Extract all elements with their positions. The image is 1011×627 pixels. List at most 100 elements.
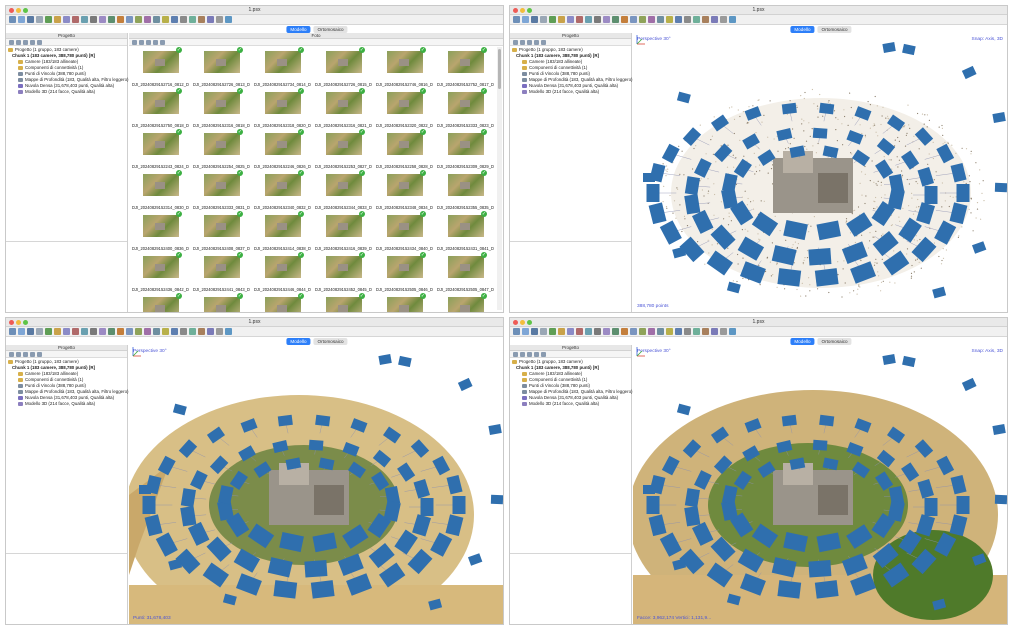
photos-scrollbar[interactable]	[497, 47, 502, 310]
enable-icon[interactable]	[534, 39, 539, 45]
tab-modello[interactable]: Modello	[286, 26, 311, 33]
tree-item[interactable]: Modello 3D (214 facce, Qualità alta)	[512, 401, 629, 407]
photo-thumbnail[interactable]: ✓ DJI_20240829152253_0827_D	[314, 129, 373, 170]
photo-thumbnail[interactable]: ✓ DJI_20240829152408_0837_D	[192, 211, 251, 252]
toolbar-tool-icon[interactable]	[45, 328, 52, 335]
remove-item-icon[interactable]	[23, 39, 28, 45]
photo-thumbnail[interactable]: ✓ DJI_20240829152344_0833_D	[314, 170, 373, 211]
toolbar-tool-icon[interactable]	[711, 328, 718, 335]
toolbar-tool-icon[interactable]	[36, 328, 43, 335]
toolbar-tool-icon[interactable]	[225, 328, 232, 335]
toolbar-tool-icon[interactable]	[702, 328, 709, 335]
toolbar-tool-icon[interactable]	[63, 16, 70, 23]
tree-item[interactable]: Modello 3D (214 facce, Qualità alta)	[512, 89, 629, 95]
photo-thumbnail[interactable]: ✓ DJI_20240829152314_0830_D	[131, 170, 190, 211]
toolbar-tool-icon[interactable]	[540, 328, 547, 335]
photo-thumbnail[interactable]: ✓ DJI_20240829152309_0829_D	[436, 129, 495, 170]
photo-thumbnail[interactable]: ✓ DJI_20240829152246_0826_D	[253, 129, 312, 170]
toolbar-tool-icon[interactable]	[162, 16, 169, 23]
photo-thumbnail[interactable]: ✓	[131, 293, 190, 312]
toolbar-tool-icon[interactable]	[144, 16, 151, 23]
toolbar-tool-icon[interactable]	[108, 16, 115, 23]
toolbar-tool-icon[interactable]	[540, 16, 547, 23]
toolbar-tool-icon[interactable]	[171, 328, 178, 335]
add-chunk-icon[interactable]	[9, 39, 14, 45]
toolbar-tool-icon[interactable]	[90, 16, 97, 23]
model-viewport[interactable]: Perspective 30° Snap: Axis, 3D Facce: 3,…	[633, 345, 1007, 624]
toolbar-tool-icon[interactable]	[630, 328, 637, 335]
toolbar-tool-icon[interactable]	[621, 16, 628, 23]
toolbar-tool-icon[interactable]	[153, 16, 160, 23]
photo-thumbnail[interactable]: ✓	[436, 293, 495, 312]
photo-thumbnail[interactable]: ✓ DJI_20240829152348_0834_D	[375, 170, 434, 211]
tab-modello[interactable]: Modello	[790, 26, 815, 33]
photo-thumbnail[interactable]: ✓ DJI_20240829152750_0818_D	[131, 88, 190, 129]
toolbar-tool-icon[interactable]	[666, 328, 673, 335]
toolbar-tool-icon[interactable]	[54, 16, 61, 23]
toolbar-tool-icon[interactable]	[576, 328, 583, 335]
disable-icon[interactable]	[37, 351, 42, 357]
toolbar-tool-icon[interactable]	[189, 16, 196, 23]
toolbar-tool-icon[interactable]	[72, 16, 79, 23]
toolbar-tool-icon[interactable]	[135, 328, 142, 335]
photo-thumbnail[interactable]: ✓ DJI_20240829152726_0815_D	[314, 47, 373, 88]
toolbar-tool-icon[interactable]	[729, 328, 736, 335]
toolbar-tool-icon[interactable]	[27, 328, 34, 335]
photo-thumbnail[interactable]: ✓ DJI_20240829152316_0821_D	[314, 88, 373, 129]
toolbar-tool-icon[interactable]	[153, 328, 160, 335]
add-chunk-icon[interactable]	[513, 39, 518, 45]
photo-thumbnail[interactable]: ✓ DJI_20240829152316_0818_D	[192, 88, 251, 129]
toolbar-tool-icon[interactable]	[81, 16, 88, 23]
remove-photos-icon[interactable]	[139, 39, 144, 45]
disable-icon[interactable]	[37, 39, 42, 45]
model-viewport[interactable]: Perspective 30° Snap: Axis, 3D 388,780 p…	[633, 33, 1007, 312]
toolbar-tool-icon[interactable]	[729, 16, 736, 23]
toolbar-tool-icon[interactable]	[513, 16, 520, 23]
add-photos-icon[interactable]	[132, 39, 137, 45]
toolbar-tool-icon[interactable]	[702, 16, 709, 23]
photo-thumbnail[interactable]: ✓ DJI_20240829152243_0824_D	[131, 129, 190, 170]
add-photos-icon[interactable]	[520, 351, 525, 357]
rotate-right-icon[interactable]	[153, 39, 158, 45]
toolbar-tool-icon[interactable]	[198, 16, 205, 23]
toolbar-tool-icon[interactable]	[693, 16, 700, 23]
toolbar-tool-icon[interactable]	[648, 16, 655, 23]
toolbar-tool-icon[interactable]	[576, 16, 583, 23]
toolbar-tool-icon[interactable]	[657, 16, 664, 23]
toolbar-tool-icon[interactable]	[594, 328, 601, 335]
toolbar-tool-icon[interactable]	[45, 16, 52, 23]
toolbar-tool-icon[interactable]	[558, 16, 565, 23]
toolbar-tool-icon[interactable]	[99, 328, 106, 335]
photo-thumbnail[interactable]: ✓ DJI_20240829152400_0836_D	[131, 211, 190, 252]
toolbar-tool-icon[interactable]	[18, 16, 25, 23]
toolbar-tool-icon[interactable]	[99, 16, 106, 23]
add-photos-icon[interactable]	[16, 351, 21, 357]
photo-thumbnail[interactable]: ✓ DJI_20240829152333_0823_D	[436, 88, 495, 129]
toolbar-tool-icon[interactable]	[621, 328, 628, 335]
photo-thumbnail[interactable]: ✓ DJI_20240829152441_0843_D	[192, 252, 251, 293]
toolbar-tool-icon[interactable]	[162, 328, 169, 335]
toolbar-tool-icon[interactable]	[639, 16, 646, 23]
toolbar-tool-icon[interactable]	[657, 328, 664, 335]
toolbar-tool-icon[interactable]	[549, 16, 556, 23]
enable-icon[interactable]	[30, 39, 35, 45]
photo-thumbnail[interactable]: ✓ DJI_20240829152431_0841_D	[436, 211, 495, 252]
toolbar-tool-icon[interactable]	[531, 16, 538, 23]
photo-thumbnail[interactable]: ✓ DJI_20240829152320_0822_D	[375, 88, 434, 129]
photo-thumbnail[interactable]: ✓ DJI_20240829152726_0813_D	[192, 47, 251, 88]
tab-ortomosaico[interactable]: Ortomosaico	[817, 26, 852, 33]
toolbar-tool-icon[interactable]	[207, 328, 214, 335]
photo-thumbnail[interactable]: ✓ DJI_20240829152414_0838_D	[253, 211, 312, 252]
remove-item-icon[interactable]	[527, 39, 532, 45]
toolbar-tool-icon[interactable]	[630, 16, 637, 23]
toolbar-tool-icon[interactable]	[603, 16, 610, 23]
toolbar-tool-icon[interactable]	[126, 16, 133, 23]
remove-item-icon[interactable]	[527, 351, 532, 357]
tree-item[interactable]: Modello 3D (214 facce, Qualità alta)	[8, 89, 125, 95]
add-chunk-icon[interactable]	[513, 351, 518, 357]
photo-thumbnail[interactable]: ✓ DJI_20240829152505_0846_D	[375, 252, 434, 293]
toolbar-tool-icon[interactable]	[684, 16, 691, 23]
toolbar-tool-icon[interactable]	[63, 328, 70, 335]
toolbar-tool-icon[interactable]	[117, 328, 124, 335]
add-photos-icon[interactable]	[520, 39, 525, 45]
